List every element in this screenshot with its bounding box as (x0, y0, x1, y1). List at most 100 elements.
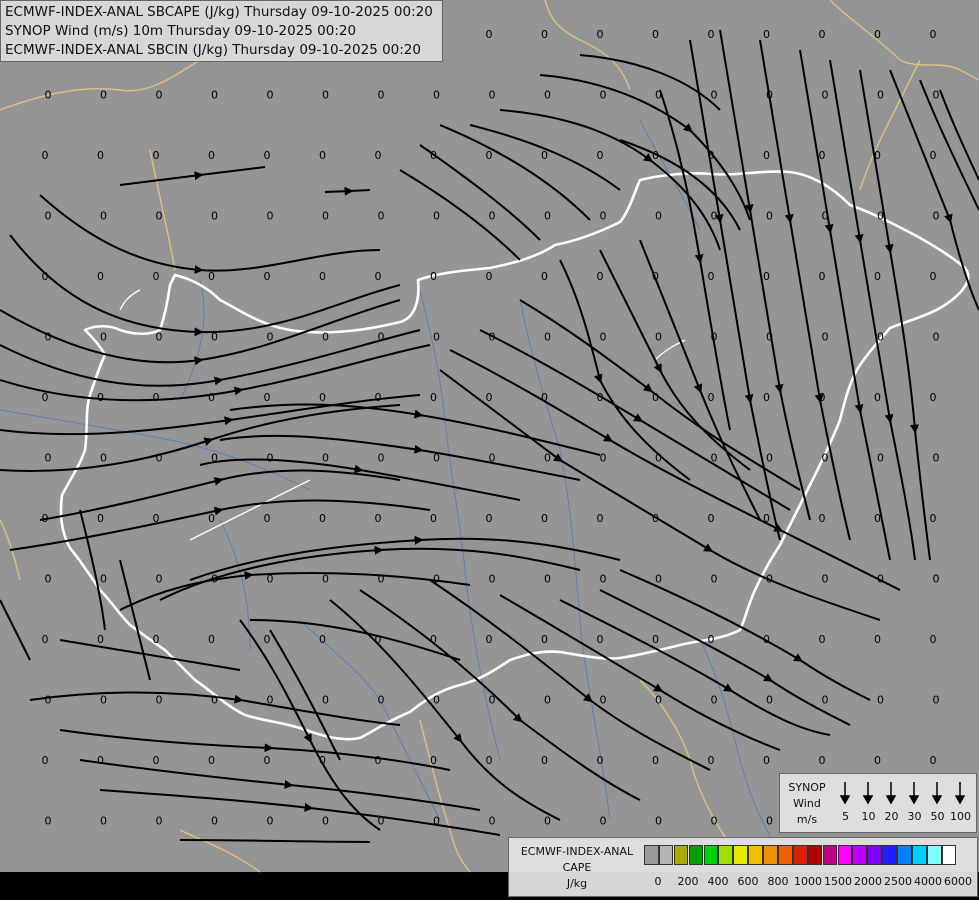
cape-value-label: 0 (708, 149, 715, 162)
cape-value-label: 0 (711, 694, 718, 707)
cape-color-swatch (807, 845, 823, 865)
cape-value-label: 0 (489, 573, 496, 586)
cape-value-label: 0 (375, 512, 382, 525)
cape-value-label: 0 (819, 270, 826, 283)
cape-value-label: 0 (100, 815, 107, 828)
cape-value-label: 0 (874, 512, 881, 525)
cape-value-label: 0 (267, 210, 274, 223)
cape-value-label: 0 (874, 754, 881, 767)
cape-value-label: 0 (655, 89, 662, 102)
cape-tick-label: 0 (654, 875, 662, 888)
cape-value-label: 0 (211, 452, 218, 465)
cape-value-label: 0 (486, 512, 493, 525)
cape-value-label: 0 (655, 452, 662, 465)
cape-value-label: 0 (822, 452, 829, 465)
cape-value-label: 0 (877, 210, 884, 223)
cape-color-swatch (867, 845, 882, 865)
cape-value-label: 0 (375, 754, 382, 767)
cape-value-label: 0 (378, 452, 385, 465)
cape-value-label: 0 (819, 28, 826, 41)
cape-color-swatch (912, 845, 927, 865)
cape-value-label: 0 (267, 331, 274, 344)
cape-value-label: 0 (766, 694, 773, 707)
cape-tick-label: 600 (737, 875, 759, 888)
cape-value-label: 0 (489, 815, 496, 828)
cape-value-label: 0 (763, 149, 770, 162)
cape-value-label: 0 (597, 391, 604, 404)
cape-value-label: 0 (97, 391, 104, 404)
cape-color-swatch (897, 845, 912, 865)
cape-value-label: 0 (877, 331, 884, 344)
cape-value-label: 0 (375, 633, 382, 646)
cape-value-label: 0 (42, 391, 49, 404)
cape-color-swatch (748, 845, 763, 865)
cape-value-label: 0 (156, 331, 163, 344)
cape-value-label: 0 (544, 210, 551, 223)
cape-value-label: 0 (100, 694, 107, 707)
cape-value-label: 0 (708, 28, 715, 41)
cape-value-label: 0 (264, 754, 271, 767)
cape-value-label: 0 (319, 391, 326, 404)
cape-value-label: 0 (156, 573, 163, 586)
cape-value-label: 0 (541, 270, 548, 283)
cape-value-label: 0 (597, 633, 604, 646)
cape-value-label: 0 (874, 149, 881, 162)
cape-value-label: 0 (930, 633, 937, 646)
cape-value-label: 0 (156, 694, 163, 707)
cape-value-label: 0 (763, 633, 770, 646)
cape-value-label: 0 (45, 452, 52, 465)
cape-value-label: 0 (819, 391, 826, 404)
cape-value-label: 0 (322, 89, 329, 102)
cape-value-label: 0 (544, 89, 551, 102)
map-title-box: ECMWF-INDEX-ANAL SBCAPE (J/kg) Thursday … (0, 0, 443, 62)
cape-tick-label: 400 (707, 875, 729, 888)
cape-value-label: 0 (208, 633, 215, 646)
cape-value-label: 0 (766, 331, 773, 344)
cape-value-label: 0 (375, 149, 382, 162)
cape-value-label: 0 (97, 149, 104, 162)
cape-value-label: 0 (544, 331, 551, 344)
cape-value-label: 0 (544, 694, 551, 707)
cape-value-label: 0 (874, 28, 881, 41)
cape-tick-label: 1000 (794, 875, 822, 888)
cape-value-label: 0 (489, 452, 496, 465)
cape-value-label: 0 (430, 754, 437, 767)
cape-value-label: 0 (597, 754, 604, 767)
cape-value-label: 0 (489, 210, 496, 223)
cape-color-swatch (673, 845, 689, 865)
cape-value-label: 0 (766, 815, 773, 828)
cape-color-swatch (658, 845, 674, 865)
cape-value-label: 0 (264, 512, 271, 525)
cape-value-label: 0 (766, 89, 773, 102)
cape-value-label: 0 (45, 573, 52, 586)
cape-value-label: 0 (711, 815, 718, 828)
cape-value-label: 0 (600, 331, 607, 344)
cape-value-label: 0 (763, 754, 770, 767)
cape-value-label: 0 (819, 754, 826, 767)
cape-value-label: 0 (708, 391, 715, 404)
weather-map: 0 0 0 0 0 0 0 0 0 0 0 0 0 0 0 0 0 0 0 0 0 0 0 0 0 0 0 0 0 0 0 0 0 0 0 0 0 0 0 0… (0, 0, 979, 900)
cape-tick-label: 800 (767, 875, 789, 888)
cape-value-label: 0 (597, 512, 604, 525)
cape-value-label: 0 (711, 331, 718, 344)
cape-value-label: 0 (600, 210, 607, 223)
cape-value-label: 0 (652, 28, 659, 41)
cape-value-label: 0 (819, 512, 826, 525)
cape-tick-label: 1500 (824, 875, 852, 888)
cape-value-label: 0 (378, 210, 385, 223)
cape-value-label: 0 (819, 149, 826, 162)
cape-value-label: 0 (97, 270, 104, 283)
cape-value-label: 0 (930, 391, 937, 404)
cape-value-label: 0 (153, 149, 160, 162)
cape-value-label: 0 (877, 89, 884, 102)
cape-value-label: 0 (45, 210, 52, 223)
cape-value-label: 0 (600, 573, 607, 586)
cape-value-label: 0 (100, 452, 107, 465)
cape-value-label: 0 (211, 210, 218, 223)
cape-value-label: 0 (153, 512, 160, 525)
cape-value-label: 0 (933, 573, 940, 586)
cape-value-label: 0 (541, 391, 548, 404)
cape-value-label: 0 (933, 331, 940, 344)
cape-value-label: 0 (489, 89, 496, 102)
cape-value-label: 0 (208, 270, 215, 283)
